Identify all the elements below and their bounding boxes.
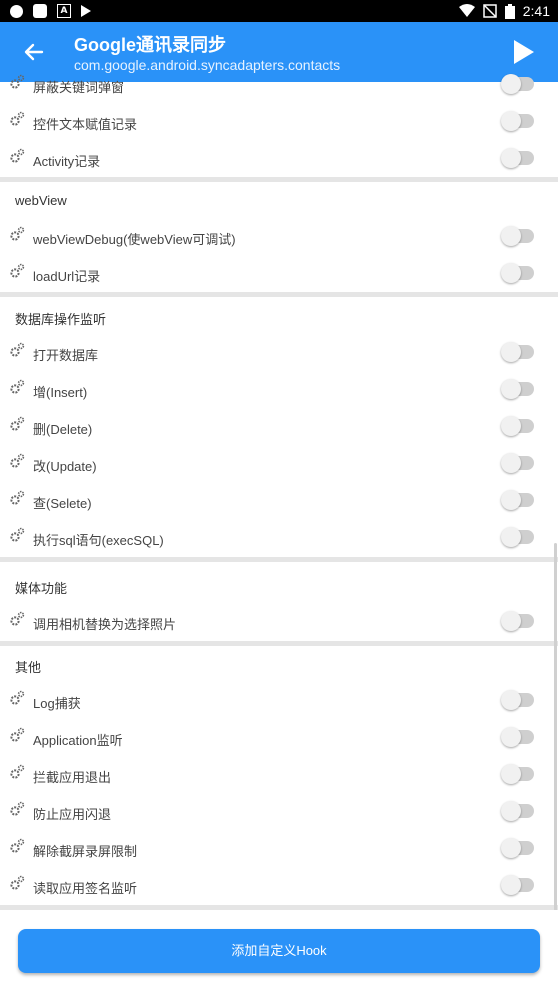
notification-app-icon <box>33 4 47 18</box>
list-item-label: 屏蔽关键词弹窗 <box>33 80 125 95</box>
toggle-switch[interactable] <box>501 263 534 283</box>
gear-icon <box>10 801 25 816</box>
toggle-switch[interactable] <box>501 111 534 131</box>
list-item[interactable]: Application监听 <box>0 719 558 756</box>
gear-icon <box>10 527 25 542</box>
notification-dot-icon <box>10 4 23 18</box>
gear-icon <box>10 111 25 126</box>
scrollbar[interactable] <box>554 543 557 943</box>
list-item-label: 增(Insert) <box>33 385 88 400</box>
gear-icon <box>10 74 25 89</box>
toggle-switch[interactable] <box>501 74 534 94</box>
list-item-label: 调用相机替换为选择照片 <box>33 617 177 632</box>
list-item-label: 读取应用签名监听 <box>33 881 138 896</box>
list-item[interactable]: webViewDebug(使webView可调试) <box>0 218 558 255</box>
gear-icon <box>10 416 25 431</box>
notification-play-icon <box>81 5 91 17</box>
add-custom-hook-button[interactable]: 添加自定义Hook <box>18 929 540 973</box>
section-title-database: 数据库操作监听 <box>15 312 107 327</box>
list-item[interactable]: 读取应用签名监听 <box>0 867 558 904</box>
status-bar: A 2:41 <box>0 0 558 22</box>
list-item[interactable]: 拦截应用退出 <box>0 756 558 793</box>
no-signal-icon <box>483 4 497 18</box>
toggle-switch[interactable] <box>501 379 534 399</box>
list-item-label: 改(Update) <box>33 459 97 474</box>
list-item[interactable]: Activity记录 <box>0 140 558 177</box>
toggle-switch[interactable] <box>501 875 534 895</box>
toggle-switch[interactable] <box>501 611 534 631</box>
list-item[interactable]: 执行sql语句(execSQL) <box>0 519 558 556</box>
gear-icon <box>10 690 25 705</box>
list-item-label: Application监听 <box>33 733 123 748</box>
gear-icon <box>10 490 25 505</box>
list-item[interactable]: 防止应用闪退 <box>0 793 558 830</box>
toggle-switch[interactable] <box>501 527 534 547</box>
gear-icon <box>10 226 25 241</box>
list-item[interactable]: 查(Selete) <box>0 482 558 519</box>
gear-icon <box>10 727 25 742</box>
section-title-other: 其他 <box>15 660 42 675</box>
toggle-switch[interactable] <box>501 690 534 710</box>
gear-icon <box>10 379 25 394</box>
toggle-switch[interactable] <box>501 764 534 784</box>
system-icons: 2:41 <box>458 3 550 19</box>
gear-icon <box>10 764 25 779</box>
toggle-switch[interactable] <box>501 490 534 510</box>
toggle-switch[interactable] <box>501 453 534 473</box>
list-item-label: 防止应用闪退 <box>33 807 112 822</box>
list-item-label: Activity记录 <box>33 154 101 169</box>
list-item[interactable]: 删(Delete) <box>0 408 558 445</box>
section-divider <box>0 557 558 562</box>
gear-icon <box>10 838 25 853</box>
section-divider <box>0 292 558 297</box>
list-item-label: loadUrl记录 <box>33 269 101 284</box>
toggle-switch[interactable] <box>501 838 534 858</box>
list-item[interactable]: 改(Update) <box>0 445 558 482</box>
list-item[interactable]: 增(Insert) <box>0 371 558 408</box>
gear-icon <box>10 263 25 278</box>
gear-icon <box>10 453 25 468</box>
wifi-icon <box>458 4 475 17</box>
list-item-label: 删(Delete) <box>33 422 93 437</box>
toggle-switch[interactable] <box>501 226 534 246</box>
gear-icon <box>10 342 25 357</box>
section-divider <box>0 641 558 646</box>
list-item[interactable]: loadUrl记录 <box>0 255 558 292</box>
gear-icon <box>10 875 25 890</box>
list-item[interactable]: 打开数据库 <box>0 334 558 371</box>
list-item-label: 拦截应用退出 <box>33 770 112 785</box>
notification-a-icon: A <box>57 4 71 18</box>
battery-icon <box>504 3 515 19</box>
toggle-switch[interactable] <box>501 801 534 821</box>
list-item[interactable]: 解除截屏录屏限制 <box>0 830 558 867</box>
list-item-label: Log捕获 <box>33 696 81 711</box>
section-title-media: 媒体功能 <box>15 581 68 596</box>
list-item[interactable]: 控件文本赋值记录 <box>0 103 558 140</box>
notification-icons: A <box>10 4 91 18</box>
status-time: 2:41 <box>522 3 550 19</box>
toggle-switch[interactable] <box>501 342 534 362</box>
section-divider <box>0 177 558 182</box>
list-item[interactable]: 调用相机替换为选择照片 <box>0 603 558 640</box>
list-item[interactable]: Log捕获 <box>0 682 558 719</box>
run-icon[interactable] <box>514 40 534 64</box>
back-arrow-icon[interactable] <box>22 40 46 64</box>
toggle-switch[interactable] <box>501 416 534 436</box>
list-item-label: 执行sql语句(execSQL) <box>33 533 164 548</box>
section-title-webview: webView <box>15 193 67 208</box>
list-item-label: 解除截屏录屏限制 <box>33 844 138 859</box>
list-item[interactable]: 屏蔽关键词弹窗 <box>0 66 558 103</box>
gear-icon <box>10 148 25 163</box>
list-item-label: 打开数据库 <box>33 348 99 363</box>
gear-icon <box>10 611 25 626</box>
list-item-label: 控件文本赋值记录 <box>33 117 138 132</box>
list-item-label: 查(Selete) <box>33 496 92 511</box>
page-title: Google通讯录同步 <box>74 35 226 55</box>
list-item-label: webViewDebug(使webView可调试) <box>33 232 236 247</box>
toggle-switch[interactable] <box>501 148 534 168</box>
toggle-switch[interactable] <box>501 727 534 747</box>
